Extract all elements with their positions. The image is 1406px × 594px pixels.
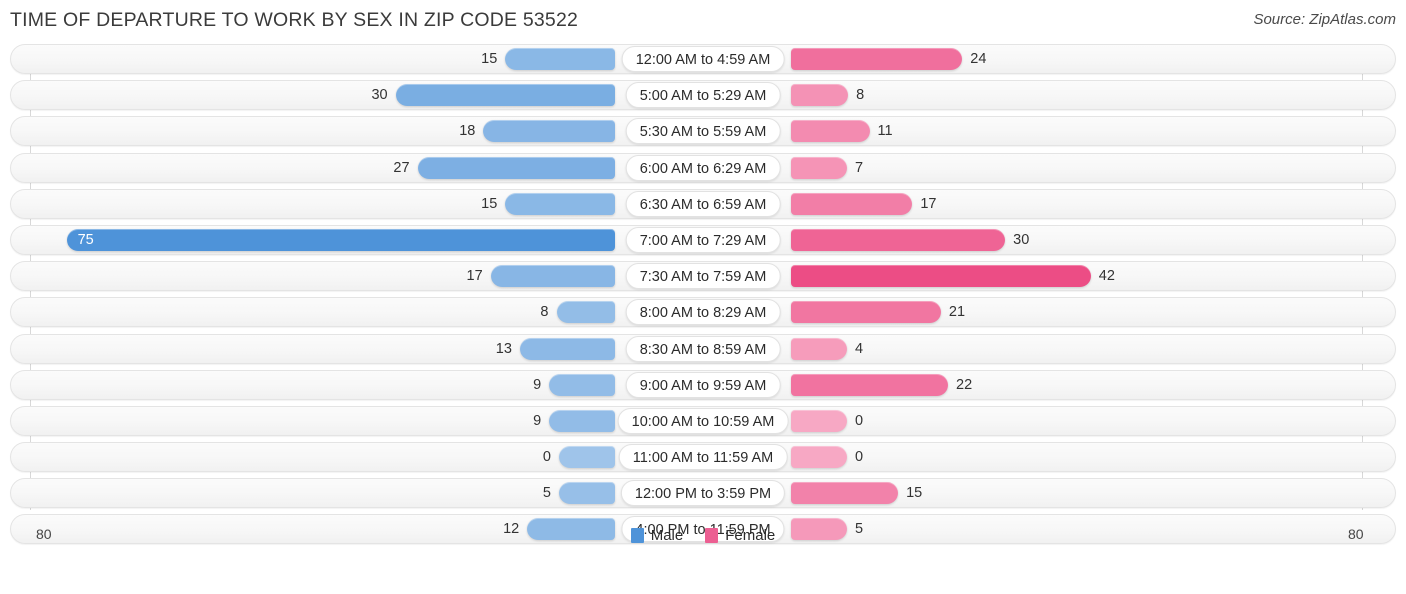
bar-female: [791, 337, 847, 360]
bar-female: [791, 156, 847, 179]
value-label-female: 24: [970, 51, 987, 67]
value-label-male: 30: [371, 87, 388, 104]
value-label-female: 17: [920, 195, 937, 212]
bar-male: [559, 482, 615, 505]
bar-female: [791, 373, 949, 396]
bar-male: [549, 373, 615, 396]
value-label-female: 7: [855, 159, 864, 176]
bar-row: 9 22 9:00 AM to 9:59 AM: [0, 369, 1406, 400]
bar-female: [791, 482, 899, 505]
bar-female: [791, 409, 847, 432]
bar-row: 0 0 11:00 AM to 11:59 AM: [0, 442, 1406, 473]
value-label-female: 15: [906, 485, 923, 502]
bar-male: [505, 48, 615, 70]
bar-row: 18 11 5:30 AM to 5:59 AM: [0, 116, 1406, 147]
bar-row: 13 4 8:30 AM to 8:59 AM: [0, 333, 1406, 364]
value-label-male: 15: [481, 195, 498, 212]
category-label: 10:00 AM to 10:59 AM: [617, 407, 789, 434]
bar-female: [791, 192, 913, 215]
bar-female: [791, 228, 1006, 251]
value-label-female: 8: [856, 87, 865, 104]
bar-row: 17 42 7:30 AM to 7:59 AM: [0, 261, 1406, 292]
value-label-male: 18: [459, 123, 476, 140]
value-label-male: 5: [542, 485, 551, 502]
category-label: 7:30 AM to 7:59 AM: [625, 263, 781, 290]
value-label-male: 75: [77, 231, 94, 248]
legend-label: Male: [650, 527, 684, 544]
page-title: TIME OF DEPARTURE TO WORK BY SEX IN ZIP …: [10, 9, 579, 31]
value-label-female: 42: [1098, 268, 1115, 285]
value-label-male: 13: [495, 340, 512, 357]
legend-label: Female: [725, 527, 776, 544]
bar-female: [791, 301, 941, 324]
bar-row: 9 0 10:00 AM to 10:59 AM: [0, 405, 1406, 436]
bar-row: 27 7 6:00 AM to 6:29 AM: [0, 152, 1406, 183]
category-label: 8:30 AM to 8:59 AM: [625, 335, 781, 362]
bar-row: 15 17 6:30 AM to 6:59 AM: [0, 188, 1406, 219]
bar-row: 5 15 12:00 PM to 3:59 PM: [0, 478, 1406, 509]
value-label-female: 30: [1013, 231, 1030, 248]
bar-male: [519, 337, 615, 360]
bar-female: [791, 265, 1091, 288]
category-label: 11:00 AM to 11:59 AM: [618, 444, 788, 471]
legend-swatch-icon: [630, 528, 644, 543]
bar-row: 15 24 12:00 AM to 4:59 AM: [0, 44, 1406, 74]
category-label: 5:30 AM to 5:59 AM: [625, 118, 781, 145]
value-label-male: 8: [540, 304, 549, 321]
value-label-female: 0: [855, 412, 864, 429]
bar-female: [791, 446, 847, 469]
legend-item[interactable]: Male: [630, 527, 684, 544]
bar-row: 30 8 5:00 AM to 5:29 AM: [0, 80, 1406, 111]
bar-male: [490, 265, 615, 288]
value-label-female: 4: [855, 340, 864, 357]
bar-row: 8 21 8:00 AM to 8:29 AM: [0, 297, 1406, 328]
value-label-female: 21: [948, 304, 966, 321]
bar-male: [417, 156, 615, 179]
value-label-male: 9: [533, 376, 542, 393]
chart-header: TIME OF DEPARTURE TO WORK BY SEX IN ZIP …: [0, 0, 1406, 44]
bar-male: [556, 301, 615, 324]
bar-male: [549, 409, 615, 432]
value-label-male: 17: [466, 268, 483, 285]
category-label: 5:00 AM to 5:29 AM: [625, 82, 781, 109]
bar-female: [791, 48, 963, 70]
bar-male: [395, 84, 615, 107]
bar-male: [505, 192, 615, 215]
category-label: 12:00 PM to 3:59 PM: [620, 480, 786, 507]
bar-rows: 15 24 12:00 AM to 4:59 AM 30 8 5:00 AM to 5:2…: [0, 44, 1406, 551]
legend-item[interactable]: Female: [705, 527, 775, 544]
bar-male: [66, 228, 615, 251]
bar-female: [791, 120, 870, 143]
value-label-male: 15: [481, 51, 498, 67]
value-label-male: 0: [542, 449, 551, 466]
value-label-male: 27: [393, 159, 410, 176]
bar-male: [483, 120, 615, 143]
value-label-female: 22: [956, 376, 973, 393]
category-label: 9:00 AM to 9:59 AM: [625, 371, 781, 398]
source-attribution: Source: ZipAtlas.com: [1253, 11, 1396, 28]
category-label: 6:30 AM to 6:59 AM: [625, 190, 781, 217]
value-label-female: 11: [877, 123, 893, 140]
category-label: 6:00 AM to 6:29 AM: [625, 154, 781, 181]
legend-swatch-icon: [705, 528, 719, 543]
bar-female: [791, 84, 849, 107]
category-label: 8:00 AM to 8:29 AM: [625, 299, 781, 326]
chart-legend: Male Female: [0, 527, 1406, 544]
category-label: 7:00 AM to 7:29 AM: [625, 226, 781, 253]
bar-male: [559, 446, 615, 469]
bar-row: 75 30 7:00 AM to 7:29 AM: [0, 224, 1406, 255]
category-label: 12:00 AM to 4:59 AM: [621, 46, 785, 72]
value-label-male: 9: [533, 412, 542, 429]
chart-plot-area: 15 24 12:00 AM to 4:59 AM 30 8 5:00 AM to 5:2…: [0, 44, 1406, 554]
value-label-female: 0: [855, 449, 864, 466]
